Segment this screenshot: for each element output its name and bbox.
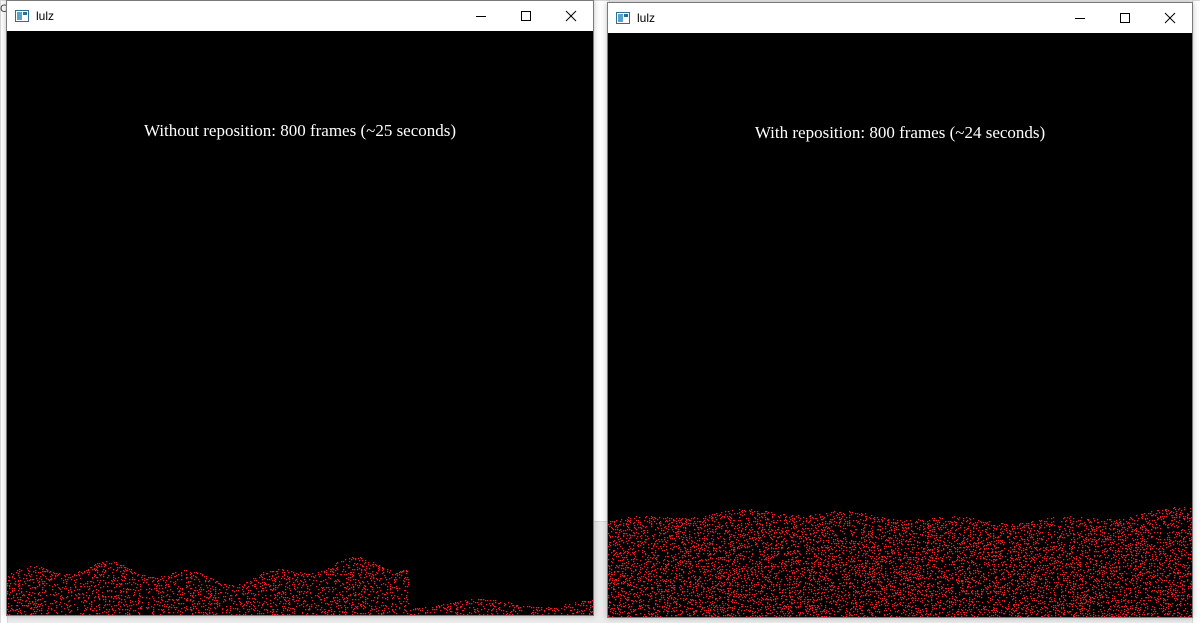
simulation-canvas[interactable]: With reposition: 800 frames (~24 seconds… xyxy=(608,33,1192,617)
particles xyxy=(7,557,593,615)
close-icon xyxy=(565,10,576,22)
minimize-button[interactable] xyxy=(458,1,503,31)
minimize-icon xyxy=(475,16,486,17)
right-window-titlebar[interactable]: lulz xyxy=(608,3,1192,33)
window-title: lulz xyxy=(637,11,656,25)
app-icon xyxy=(616,12,630,24)
close-button[interactable] xyxy=(1147,3,1192,33)
left-window[interactable]: lulz Without reposition: 800 frames (~25… xyxy=(6,0,594,616)
caption-buttons xyxy=(458,1,593,31)
close-button[interactable] xyxy=(548,1,593,31)
close-icon xyxy=(1164,12,1175,24)
window-title: lulz xyxy=(36,9,55,23)
particle-field xyxy=(7,557,593,615)
minimize-icon xyxy=(1074,18,1085,19)
maximize-button[interactable] xyxy=(1102,3,1147,33)
caption-buttons xyxy=(1057,3,1192,33)
maximize-icon xyxy=(1119,13,1130,23)
right-window[interactable]: lulz With reposition: 800 frames (~24 se… xyxy=(607,2,1193,618)
particle-field xyxy=(608,507,1192,617)
left-window-titlebar[interactable]: lulz xyxy=(7,1,593,31)
maximize-button[interactable] xyxy=(503,1,548,31)
background-window-edge-right xyxy=(1192,0,1200,623)
minimize-button[interactable] xyxy=(1057,3,1102,33)
simulation-canvas[interactable]: Without reposition: 800 frames (~25 seco… xyxy=(7,31,593,615)
app-icon xyxy=(15,10,29,22)
desktop: C lulz Without reposition: 800 frames (~… xyxy=(0,0,1200,623)
maximize-icon xyxy=(520,11,531,21)
particles xyxy=(608,507,1192,617)
